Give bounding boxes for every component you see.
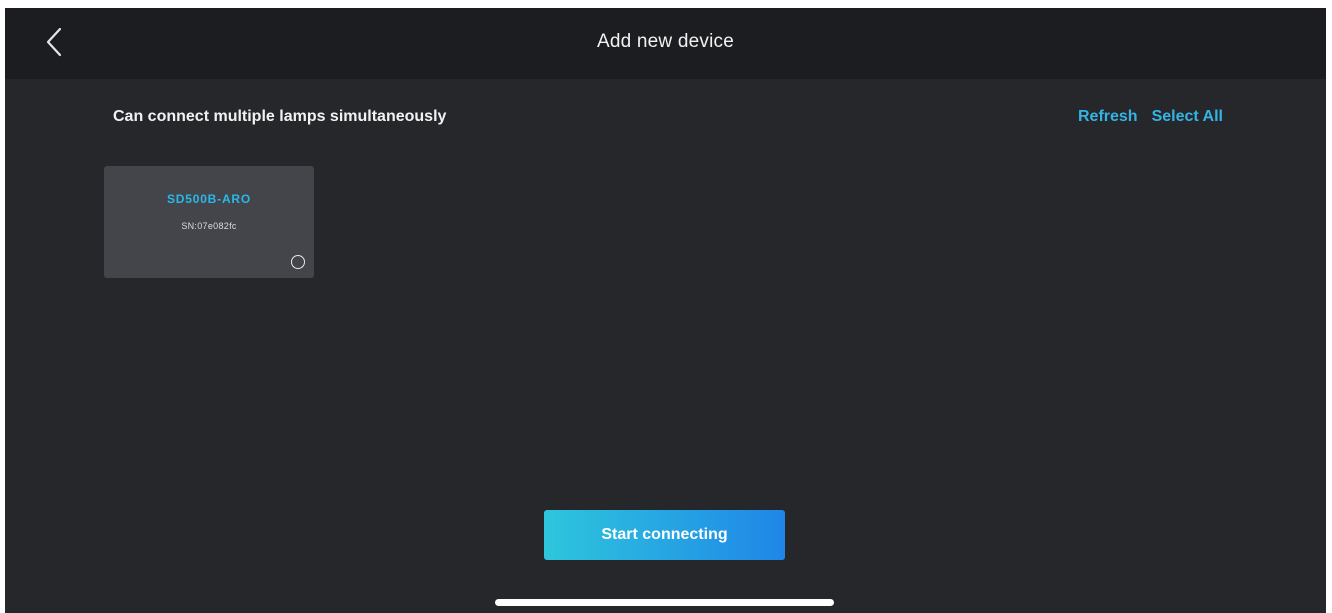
select-all-link[interactable]: Select All (1152, 108, 1223, 126)
header-bar: Add new device (5, 8, 1326, 79)
refresh-link[interactable]: Refresh (1078, 108, 1138, 126)
device-serial-number: SN:07e082fc (181, 221, 237, 231)
home-indicator (495, 599, 834, 606)
app-screen: Add new device Can connect multiple lamp… (5, 8, 1326, 613)
device-card[interactable]: SD500B-ARO SN:07e082fc (104, 166, 314, 278)
subtitle-text: Can connect multiple lamps simultaneousl… (113, 108, 447, 125)
device-select-radio[interactable] (291, 255, 305, 269)
page-title: Add new device (597, 31, 734, 52)
header-actions: Refresh Select All (1078, 108, 1223, 126)
start-connecting-button[interactable]: Start connecting (544, 510, 785, 560)
device-name: SD500B-ARO (166, 192, 252, 206)
